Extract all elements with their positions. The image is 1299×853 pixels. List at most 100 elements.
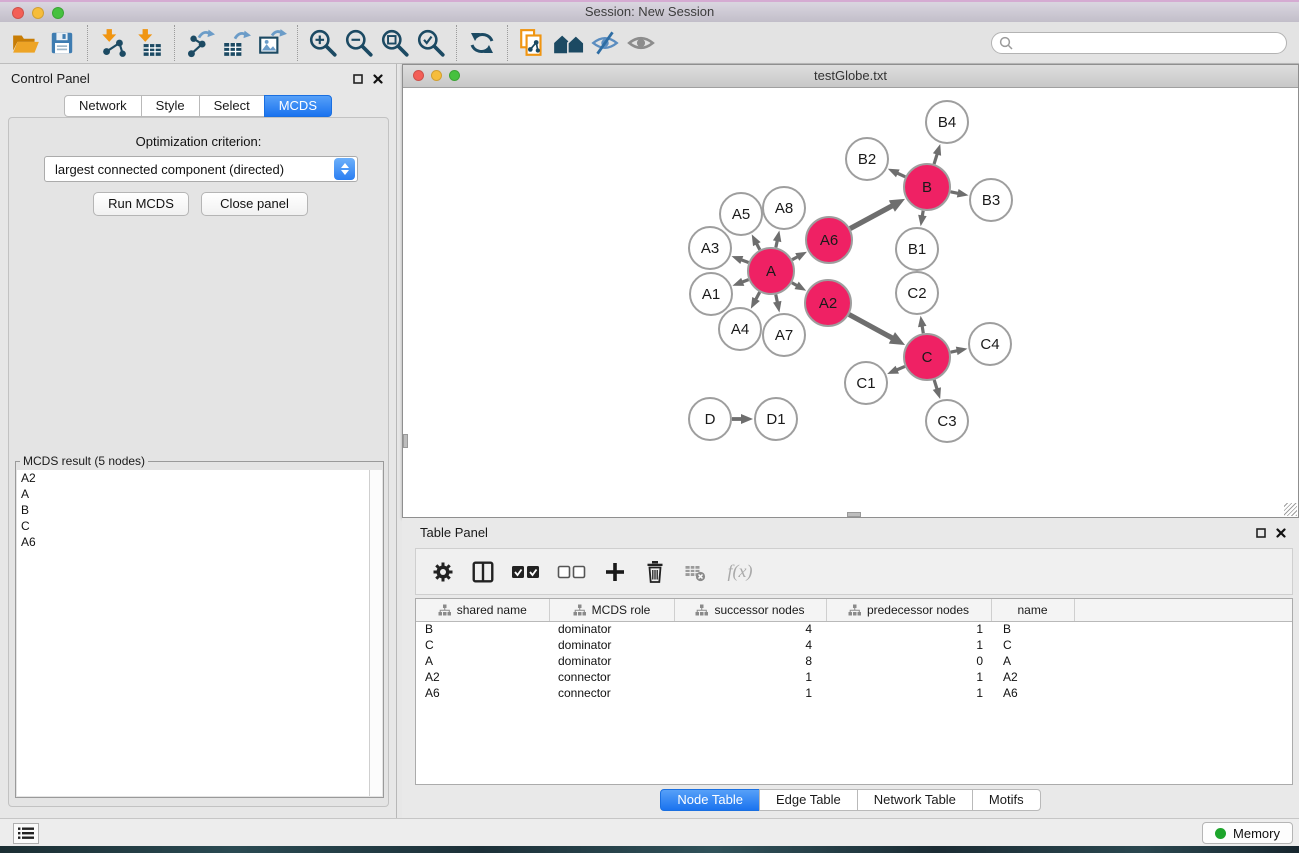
criterion-dropdown[interactable]: largest connected component (directed) <box>44 156 358 182</box>
mcds-result-list[interactable]: A2ABCA6 <box>17 470 382 796</box>
graph-node-B2[interactable]: B2 <box>846 138 888 180</box>
tab-edge-table[interactable]: Edge Table <box>759 789 858 811</box>
tab-mcds[interactable]: MCDS <box>264 95 332 117</box>
memory-button[interactable]: Memory <box>1202 822 1293 844</box>
graph-edge-B-B1[interactable] <box>918 211 926 227</box>
graph-edge-C-C3[interactable] <box>933 380 941 399</box>
tab-network[interactable]: Network <box>64 95 142 117</box>
network-from-selection-button[interactable] <box>515 25 551 61</box>
delete-table-button[interactable] <box>682 559 708 585</box>
export-table-button[interactable] <box>218 25 254 61</box>
close-panel-action-button[interactable]: Close panel <box>201 192 308 216</box>
graph-edge-A-A3[interactable] <box>732 256 749 264</box>
graph-edge-A2-C[interactable] <box>849 314 905 345</box>
graph-edge-D-D1[interactable] <box>732 414 753 424</box>
table-row[interactable]: A2connector11A2 <box>416 669 1292 685</box>
result-scrollbar[interactable] <box>369 470 382 796</box>
toggle-columns-button[interactable] <box>470 559 496 585</box>
graph-edge-B-B4[interactable] <box>933 144 941 164</box>
graph-edge-C-C2[interactable] <box>918 316 926 334</box>
zoom-window-light[interactable] <box>52 7 64 19</box>
graph-node-C1[interactable]: C1 <box>845 362 887 404</box>
tab-style[interactable]: Style <box>141 95 200 117</box>
add-column-button[interactable] <box>602 559 628 585</box>
mcds-result-item[interactable]: A <box>17 486 382 502</box>
open-session-button[interactable] <box>8 25 44 61</box>
delete-column-button[interactable] <box>642 559 668 585</box>
graph-node-B1[interactable]: B1 <box>896 228 938 270</box>
float-table-panel-button[interactable] <box>1254 526 1268 540</box>
graph-edge-A-A1[interactable] <box>732 278 748 286</box>
zoom-selected-button[interactable] <box>413 25 449 61</box>
graph-node-A1[interactable]: A1 <box>690 273 732 315</box>
mcds-result-item[interactable]: A2 <box>17 470 382 486</box>
column-header-predecessor-nodes[interactable]: predecessor nodes <box>826 599 991 621</box>
column-header-successor-nodes[interactable]: successor nodes <box>674 599 826 621</box>
graph-node-A2[interactable]: A2 <box>805 280 851 326</box>
table-row[interactable]: Adominator80A <box>416 653 1292 669</box>
unselect-all-columns-button[interactable] <box>556 559 588 585</box>
mcds-result-item[interactable]: A6 <box>17 534 382 550</box>
float-panel-button[interactable] <box>351 72 365 86</box>
column-header-shared-name[interactable]: shared name <box>416 599 549 621</box>
graph-node-A5[interactable]: A5 <box>720 193 762 235</box>
function-builder-button[interactable]: f(x) <box>722 559 758 585</box>
graph-node-A7[interactable]: A7 <box>763 314 805 356</box>
graph-node-A4[interactable]: A4 <box>719 308 761 350</box>
close-table-panel-button[interactable] <box>1274 526 1288 540</box>
column-header-name[interactable]: name <box>991 599 1074 621</box>
minimize-window-light[interactable] <box>32 7 44 19</box>
graph-node-C4[interactable]: C4 <box>969 323 1011 365</box>
graph-edge-A-A4[interactable] <box>751 292 760 309</box>
graph-edge-A-A7[interactable] <box>773 295 781 313</box>
export-network-button[interactable] <box>182 25 218 61</box>
import-table-button[interactable] <box>131 25 167 61</box>
graph-edge-A-A2[interactable] <box>792 282 806 291</box>
close-view-light[interactable] <box>413 70 424 81</box>
network-canvas[interactable]: B4B2BB3A8A5A6A3B1AA1C2A2A4A7C4CC1C3DD1 <box>403 88 1298 517</box>
network-window-titlebar[interactable]: testGlobe.txt <box>403 65 1298 88</box>
graph-edge-A6-B[interactable] <box>850 199 905 229</box>
mcds-result-item[interactable]: C <box>17 518 382 534</box>
graph-edge-B-B3[interactable] <box>951 189 969 197</box>
graph-node-B[interactable]: B <box>904 164 950 210</box>
first-neighbors-button[interactable] <box>551 25 587 61</box>
graph-edge-B-B2[interactable] <box>888 169 905 178</box>
run-mcds-button[interactable]: Run MCDS <box>93 192 189 216</box>
resize-grip[interactable] <box>1284 503 1297 516</box>
column-header-mcds-role[interactable]: MCDS role <box>549 599 674 621</box>
graph-node-A8[interactable]: A8 <box>763 187 805 229</box>
graph-node-A[interactable]: A <box>748 248 794 294</box>
tab-node-table[interactable]: Node Table <box>660 789 760 811</box>
graph-node-C2[interactable]: C2 <box>896 272 938 314</box>
table-row[interactable]: Bdominator41B <box>416 621 1292 637</box>
left-edge-grip[interactable] <box>403 434 408 448</box>
tab-network-table[interactable]: Network Table <box>857 789 973 811</box>
zoom-fit-button[interactable] <box>377 25 413 61</box>
graph-node-C3[interactable]: C3 <box>926 400 968 442</box>
table-row[interactable]: Cdominator41C <box>416 637 1292 653</box>
export-image-button[interactable] <box>254 25 290 61</box>
task-history-button[interactable] <box>13 823 39 844</box>
select-all-columns-button[interactable] <box>510 559 542 585</box>
minimize-view-light[interactable] <box>431 70 442 81</box>
tab-motifs[interactable]: Motifs <box>972 789 1041 811</box>
zoom-view-light[interactable] <box>449 70 460 81</box>
graph-edge-A-A5[interactable] <box>752 234 761 249</box>
close-panel-button[interactable] <box>371 72 385 86</box>
import-network-button[interactable] <box>95 25 131 61</box>
graph-node-A3[interactable]: A3 <box>689 227 731 269</box>
show-all-button[interactable] <box>623 25 659 61</box>
tab-select[interactable]: Select <box>199 95 265 117</box>
graph-node-A6[interactable]: A6 <box>806 217 852 263</box>
graph-edge-C-C4[interactable] <box>951 347 968 355</box>
graph-node-D1[interactable]: D1 <box>755 398 797 440</box>
graph-node-C[interactable]: C <box>904 334 950 380</box>
table-settings-button[interactable] <box>430 559 456 585</box>
save-session-button[interactable] <box>44 25 80 61</box>
close-window-light[interactable] <box>12 7 24 19</box>
zoom-in-button[interactable] <box>305 25 341 61</box>
graph-edge-A-A6[interactable] <box>792 252 807 261</box>
bottom-edge-grip[interactable] <box>847 512 861 517</box>
search-input[interactable] <box>991 32 1287 54</box>
